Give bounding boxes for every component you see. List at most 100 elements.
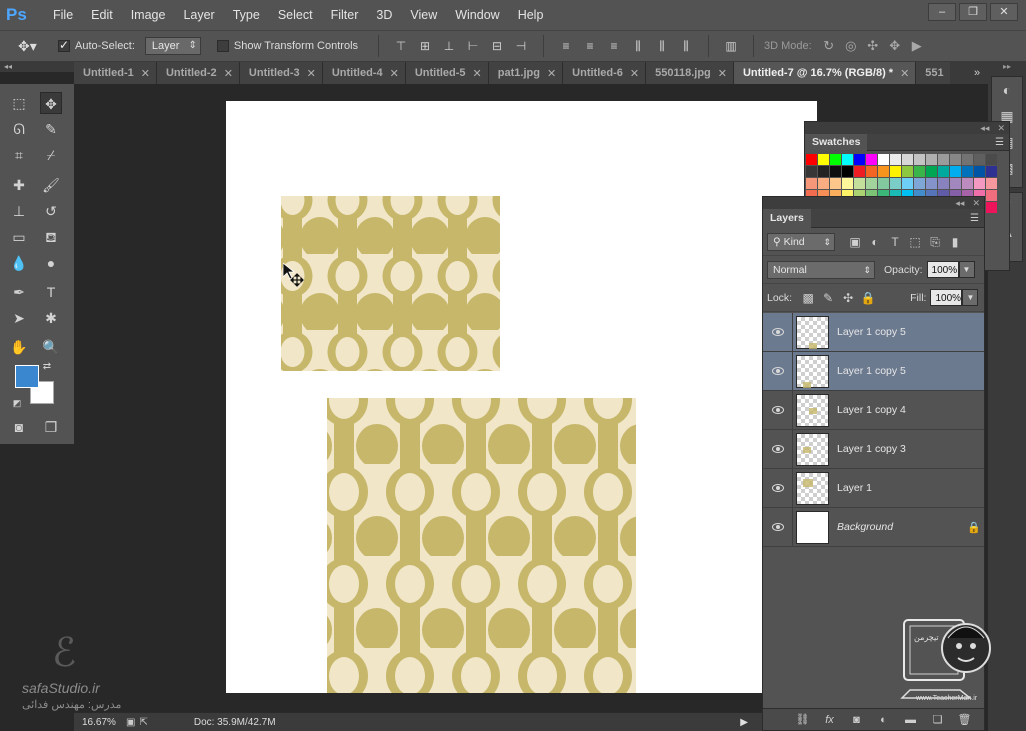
swatch-color[interactable]: [950, 154, 961, 165]
menu-select[interactable]: Select: [269, 0, 322, 30]
swatch-color[interactable]: [986, 166, 997, 177]
close-icon[interactable]: ✕: [390, 67, 399, 80]
menu-filter[interactable]: Filter: [322, 0, 368, 30]
swatch-color[interactable]: [806, 154, 817, 165]
tab-untitled-3[interactable]: Untitled-3 ✕: [239, 62, 323, 84]
zoom-level[interactable]: 16.67%: [82, 717, 122, 728]
swatch-color[interactable]: [866, 154, 877, 165]
swatch-color[interactable]: [806, 178, 817, 189]
menu-help[interactable]: Help: [509, 0, 553, 30]
swatch-color[interactable]: [986, 190, 997, 201]
quick-selection-tool-icon[interactable]: ✎: [40, 118, 62, 140]
menu-image[interactable]: Image: [122, 0, 175, 30]
clone-stamp-tool-icon[interactable]: ⊥: [8, 200, 30, 222]
lasso-tool-icon[interactable]: ᘏ: [8, 118, 30, 140]
swatch-color[interactable]: [902, 154, 913, 165]
default-colors-icon[interactable]: ◩: [10, 396, 24, 410]
close-icon[interactable]: ✕: [972, 197, 980, 209]
lock-transparent-icon[interactable]: ▩: [798, 291, 818, 305]
tab-swatches[interactable]: Swatches: [805, 133, 868, 151]
tab-layers[interactable]: Layers: [763, 208, 811, 228]
tab-551[interactable]: 551: [916, 62, 950, 84]
swatch-color[interactable]: [878, 178, 889, 189]
layer-style-icon[interactable]: fx: [816, 714, 843, 726]
swatch-color[interactable]: [962, 166, 973, 177]
filter-shape-icon[interactable]: ⬚: [905, 233, 925, 251]
move-tool-preset-icon[interactable]: ✥▾: [18, 35, 58, 57]
swatch-color[interactable]: [878, 154, 889, 165]
visibility-eye-icon[interactable]: [763, 507, 793, 547]
history-brush-tool-icon[interactable]: ↺: [40, 200, 62, 222]
swatch-color[interactable]: [974, 154, 985, 165]
swatch-color[interactable]: [938, 178, 949, 189]
tab-untitled-7[interactable]: Untitled-7 @ 16.7% (RGB/8) * ✕: [733, 62, 917, 84]
screen-mode-icon[interactable]: ❐: [40, 416, 62, 438]
visibility-eye-icon[interactable]: [763, 429, 793, 469]
align-vcenter-icon[interactable]: ⊞: [417, 38, 433, 54]
collapse-icon[interactable]: ◂◂: [955, 197, 964, 209]
swatch-color[interactable]: [854, 166, 865, 177]
swatch-color[interactable]: [950, 166, 961, 177]
lock-pixels-icon[interactable]: ✎: [818, 291, 838, 305]
swatch-color[interactable]: [890, 166, 901, 177]
status-menu-arrow-icon[interactable]: ▶: [740, 717, 748, 728]
close-icon[interactable]: ✕: [997, 122, 1005, 134]
distribute-left-icon[interactable]: ⫼: [630, 38, 646, 54]
eyedropper-tool-icon[interactable]: ⌿: [40, 144, 62, 166]
dock-collapse-icon[interactable]: ▸▸: [988, 62, 1026, 72]
swatch-color[interactable]: [902, 166, 913, 177]
swatch-color[interactable]: [854, 178, 865, 189]
3d-camera-icon[interactable]: ▶: [908, 38, 926, 54]
swatch-color[interactable]: [902, 178, 913, 189]
auto-select-check[interactable]: [58, 38, 70, 52]
opacity-arrow-icon[interactable]: ▼: [958, 261, 975, 278]
3d-slide-icon[interactable]: ✥: [886, 38, 904, 54]
status-share-icon[interactable]: ⇱: [139, 717, 147, 728]
quick-mask-icon[interactable]: ◙: [8, 416, 30, 438]
opacity-field[interactable]: 100%: [926, 261, 959, 278]
swatch-color[interactable]: [806, 166, 817, 177]
brush-tool-icon[interactable]: 🖌: [40, 174, 62, 196]
tabs-overflow-icon[interactable]: »: [966, 62, 988, 84]
align-top-icon[interactable]: ⊤: [393, 38, 409, 54]
tab-pat1[interactable]: pat1.jpg ✕: [488, 62, 564, 84]
show-transform-controls[interactable]: Show Transform Controls: [216, 40, 358, 52]
swatch-color[interactable]: [962, 154, 973, 165]
filter-toggle-icon[interactable]: ▮: [945, 233, 965, 251]
swatch-color[interactable]: [818, 166, 829, 177]
swatch-color[interactable]: [866, 166, 877, 177]
blend-mode-select[interactable]: Normal: [767, 260, 875, 279]
tab-untitled-4[interactable]: Untitled-4 ✕: [322, 62, 406, 84]
visibility-eye-icon[interactable]: [763, 351, 793, 391]
swatch-color[interactable]: [878, 166, 889, 177]
align-left-icon[interactable]: ⊢: [465, 38, 481, 54]
swatch-color[interactable]: [926, 166, 937, 177]
swatch-color[interactable]: [830, 178, 841, 189]
custom-shape-tool-icon[interactable]: ✱: [40, 307, 62, 329]
layer-row[interactable]: Layer 1: [763, 468, 984, 508]
menu-window[interactable]: Window: [446, 0, 508, 30]
type-tool-icon[interactable]: T: [40, 281, 62, 303]
swatch-color[interactable]: [890, 154, 901, 165]
new-group-icon[interactable]: ▬: [897, 714, 924, 726]
visibility-eye-icon[interactable]: [763, 390, 793, 430]
filter-pixel-icon[interactable]: ▣: [845, 233, 865, 251]
swatch-color[interactable]: [854, 154, 865, 165]
new-layer-icon[interactable]: ❏: [924, 713, 951, 726]
tab-untitled-1[interactable]: Untitled-1 ✕: [74, 62, 157, 84]
panel-menu-icon[interactable]: ☰: [995, 137, 1004, 148]
swatch-color[interactable]: [830, 154, 841, 165]
move-tool-icon[interactable]: ✥: [40, 92, 62, 114]
align-right-icon[interactable]: ⊣: [513, 38, 529, 54]
lock-position-icon[interactable]: ✣: [838, 291, 858, 305]
foreground-color-swatch[interactable]: [15, 365, 39, 388]
swatch-color[interactable]: [986, 202, 997, 213]
filter-adjustment-icon[interactable]: ◐: [865, 233, 885, 251]
close-icon[interactable]: ✕: [547, 67, 556, 80]
swatch-color[interactable]: [818, 178, 829, 189]
menu-layer[interactable]: Layer: [174, 0, 223, 30]
filter-smart-object-icon[interactable]: ⎘: [925, 233, 945, 251]
swatch-color[interactable]: [974, 178, 985, 189]
menu-view[interactable]: View: [401, 0, 446, 30]
pen-tool-icon[interactable]: ✒: [8, 281, 30, 303]
